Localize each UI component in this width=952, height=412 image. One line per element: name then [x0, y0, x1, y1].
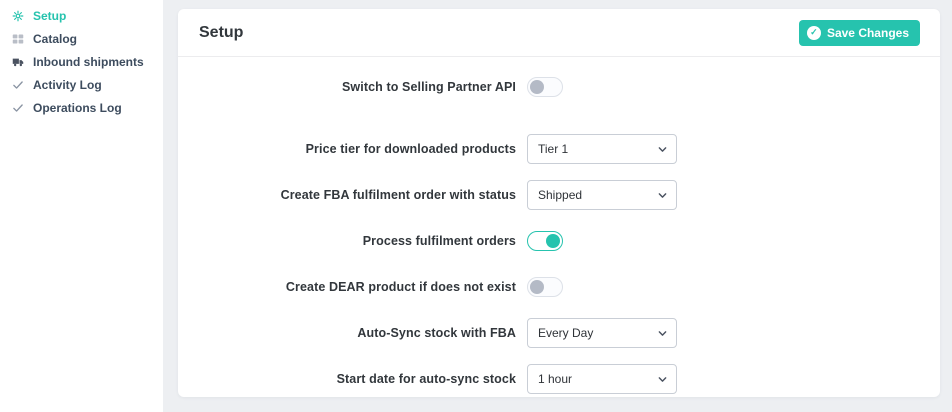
check-circle-icon: ✓	[807, 26, 821, 40]
fba-order-status-select[interactable]: Shipped	[527, 180, 677, 210]
auto-sync-select[interactable]: Every Day	[527, 318, 677, 348]
truck-icon	[11, 55, 24, 68]
sidebar-item-label: Setup	[33, 9, 66, 23]
chevron-down-icon	[658, 191, 667, 200]
setup-form: Switch to Selling Partner API Price tier…	[178, 57, 940, 394]
sidebar: Setup Catalog Inbound shipments	[0, 0, 163, 412]
field-label: Start date for auto-sync stock	[178, 372, 516, 386]
toggle-knob	[546, 234, 560, 248]
field-label: Price tier for downloaded products	[178, 142, 516, 156]
chevron-down-icon	[658, 145, 667, 154]
sidebar-item-inbound-shipments[interactable]: Inbound shipments	[0, 50, 163, 73]
sidebar-item-operations-log[interactable]: Operations Log	[0, 96, 163, 119]
field-label: Switch to Selling Partner API	[178, 80, 516, 94]
form-row-process-fulfilment: Process fulfilment orders	[178, 226, 940, 256]
gear-icon	[11, 9, 24, 22]
field-label: Create FBA fulfilment order with status	[178, 188, 516, 202]
select-value: Tier 1	[538, 142, 568, 156]
start-date-select[interactable]: 1 hour	[527, 364, 677, 394]
check-icon	[11, 101, 24, 114]
sidebar-item-catalog[interactable]: Catalog	[0, 27, 163, 50]
save-changes-button[interactable]: ✓ Save Changes	[799, 20, 920, 46]
form-row-price-tier: Price tier for downloaded products Tier …	[178, 134, 940, 164]
chevron-down-icon	[658, 329, 667, 338]
selling-partner-api-toggle[interactable]	[527, 77, 563, 97]
check-icon	[11, 78, 24, 91]
sidebar-item-activity-log[interactable]: Activity Log	[0, 73, 163, 96]
field-label: Process fulfilment orders	[178, 234, 516, 248]
price-tier-select[interactable]: Tier 1	[527, 134, 677, 164]
form-row-fba-order-status: Create FBA fulfilment order with status …	[178, 180, 940, 210]
select-value: Shipped	[538, 188, 582, 202]
grid-icon	[11, 32, 24, 45]
select-value: Every Day	[538, 326, 593, 340]
form-row-start-date: Start date for auto-sync stock 1 hour	[178, 364, 940, 394]
panel-header: Setup ✓ Save Changes	[178, 9, 940, 57]
form-row-auto-sync: Auto-Sync stock with FBA Every Day	[178, 318, 940, 348]
field-label: Auto-Sync stock with FBA	[178, 326, 516, 340]
sidebar-item-label: Catalog	[33, 32, 77, 46]
chevron-down-icon	[658, 375, 667, 384]
toggle-knob	[530, 280, 544, 294]
form-row-create-dear-product: Create DEAR product if does not exist	[178, 272, 940, 302]
sidebar-item-label: Activity Log	[33, 78, 102, 92]
form-row-selling-partner-api: Switch to Selling Partner API	[178, 72, 940, 102]
select-value: 1 hour	[538, 372, 572, 386]
setup-panel: Setup ✓ Save Changes Switch to Selling P…	[178, 9, 940, 397]
sidebar-item-label: Inbound shipments	[33, 55, 144, 69]
field-label: Create DEAR product if does not exist	[178, 280, 516, 294]
sidebar-item-setup[interactable]: Setup	[0, 4, 163, 27]
page-title: Setup	[199, 24, 243, 42]
sidebar-item-label: Operations Log	[33, 101, 122, 115]
toggle-knob	[530, 80, 544, 94]
create-dear-product-toggle[interactable]	[527, 277, 563, 297]
save-button-label: Save Changes	[827, 26, 909, 40]
process-fulfilment-toggle[interactable]	[527, 231, 563, 251]
